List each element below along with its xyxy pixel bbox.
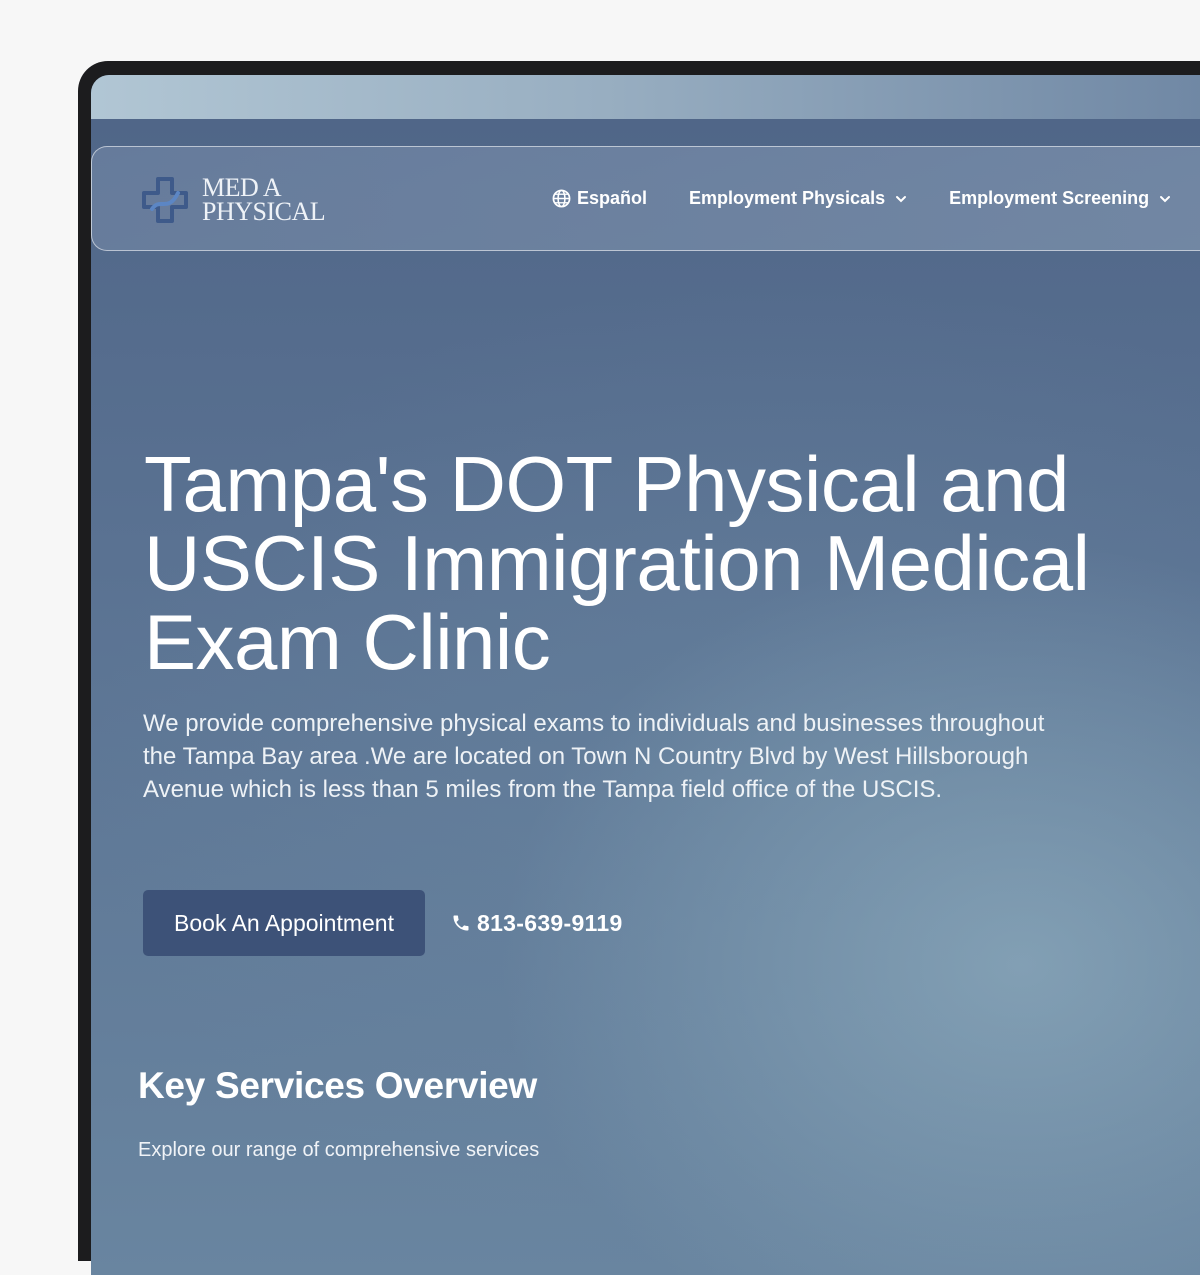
nav-language-label: Español xyxy=(577,188,648,208)
site-logo[interactable]: MED A PHYSICAL xyxy=(138,173,326,227)
hero-cta-row: Book An Appointment 813-639-9119 xyxy=(143,890,623,956)
chevron-down-icon xyxy=(1160,195,1171,202)
phone-link[interactable]: 813-639-9119 xyxy=(451,910,623,937)
globe-icon xyxy=(552,189,571,208)
book-appointment-button[interactable]: Book An Appointment xyxy=(143,890,425,956)
services-section-title: Key Services Overview xyxy=(138,1065,537,1106)
hero-title: Tampa's DOT Physical and USCIS Immigrati… xyxy=(144,440,1090,686)
nav-employment-physicals-label: Employment Physicals xyxy=(689,188,886,208)
site-header: MED A PHYSICAL Español Employment Physic… xyxy=(91,146,1200,251)
phone-number: 813-639-9119 xyxy=(477,909,623,936)
main-nav: Español Employment Physicals Employment … xyxy=(552,147,1200,250)
top-banner-strip xyxy=(91,75,1200,119)
nav-employment-screening-label: Employment Screening xyxy=(949,188,1150,208)
device-frame: MED A PHYSICAL Español Employment Physic… xyxy=(78,61,1200,1275)
chevron-down-icon xyxy=(896,195,907,202)
nav-employment-physicals[interactable]: Employment Physicals xyxy=(689,188,907,209)
nav-employment-screening[interactable]: Employment Screening xyxy=(949,188,1171,209)
nav-language-toggle[interactable]: Español xyxy=(552,188,647,209)
medical-cross-icon xyxy=(142,177,188,223)
logo-wordmark: MED A PHYSICAL xyxy=(202,175,326,226)
logo-line-2: PHYSICAL xyxy=(202,197,326,226)
services-section-subtitle: Explore our range of comprehensive servi… xyxy=(138,1139,540,1161)
phone-icon xyxy=(453,915,469,931)
hero-description: We provide comprehensive physical exams … xyxy=(143,710,1045,803)
browser-screen: MED A PHYSICAL Español Employment Physic… xyxy=(91,75,1200,1275)
